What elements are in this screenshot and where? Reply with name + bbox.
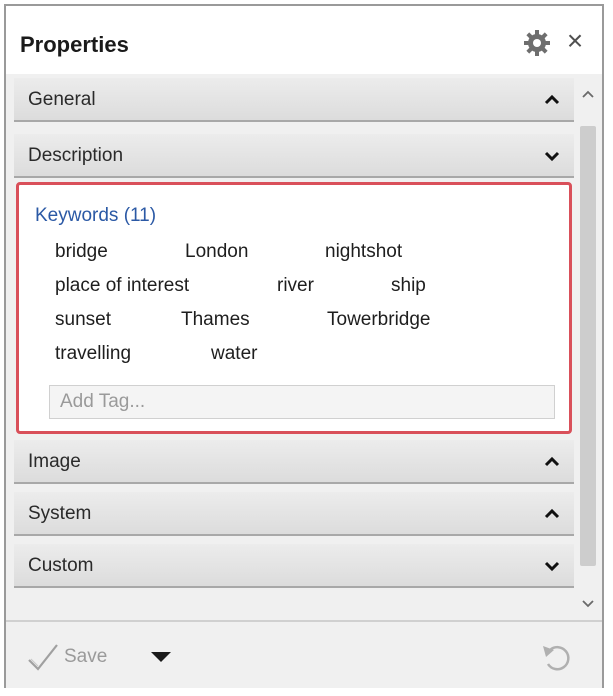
close-icon[interactable]: × <box>560 26 590 56</box>
keyword-tag[interactable]: Towerbridge <box>327 309 431 331</box>
keywords-header: Keywords (11) <box>35 205 157 226</box>
save-dropdown-icon[interactable] <box>151 652 171 662</box>
chevron-up-icon <box>544 456 560 467</box>
keyword-tag[interactable]: London <box>185 241 248 263</box>
add-tag-input[interactable] <box>50 386 554 418</box>
scroll-up-icon[interactable] <box>576 82 600 106</box>
chevron-up-icon <box>544 508 560 519</box>
gear-icon[interactable] <box>522 28 552 58</box>
chevron-down-icon <box>544 561 560 572</box>
section-custom[interactable]: Custom <box>14 544 574 588</box>
section-image-label: Image <box>28 451 81 472</box>
keyword-tag[interactable]: Thames <box>181 309 250 331</box>
panel-title: Properties <box>20 32 129 57</box>
keyword-tag[interactable]: water <box>211 343 257 365</box>
sections-container: General Description Keywords (11) bridge… <box>14 74 574 620</box>
undo-icon[interactable] <box>540 642 576 672</box>
section-general-label: General <box>28 89 96 110</box>
keyword-tag[interactable]: bridge <box>55 241 108 263</box>
save-label: Save <box>64 646 108 667</box>
keyword-tag[interactable]: place of interest <box>55 275 189 297</box>
section-system[interactable]: System <box>14 492 574 536</box>
footer-bar: Save <box>6 620 602 688</box>
chevron-down-icon <box>544 151 560 162</box>
section-system-label: System <box>28 503 92 524</box>
keyword-tag[interactable]: sunset <box>55 309 111 331</box>
keyword-tag[interactable]: travelling <box>55 343 131 365</box>
save-button[interactable]: Save <box>26 642 107 672</box>
keyword-tag[interactable]: ship <box>391 275 426 297</box>
section-custom-label: Custom <box>28 555 94 576</box>
keywords-panel: Keywords (11) bridge London nightshot pl… <box>16 182 572 434</box>
section-general[interactable]: General <box>14 78 574 122</box>
add-tag-field[interactable] <box>49 385 555 419</box>
vertical-scrollbar[interactable] <box>576 74 600 620</box>
keyword-tag[interactable]: river <box>277 275 314 297</box>
section-description-label: Description <box>28 145 124 166</box>
scroll-down-icon[interactable] <box>576 592 600 616</box>
section-image[interactable]: Image <box>14 440 574 484</box>
chevron-up-icon <box>544 94 560 105</box>
checkmark-icon <box>28 644 58 671</box>
title-bar: Properties × <box>6 6 602 74</box>
properties-panel: Properties × General Description Keyword… <box>4 4 604 688</box>
section-description[interactable]: Description <box>14 134 574 178</box>
scrollbar-thumb[interactable] <box>580 126 596 566</box>
keyword-tag[interactable]: nightshot <box>325 241 402 263</box>
